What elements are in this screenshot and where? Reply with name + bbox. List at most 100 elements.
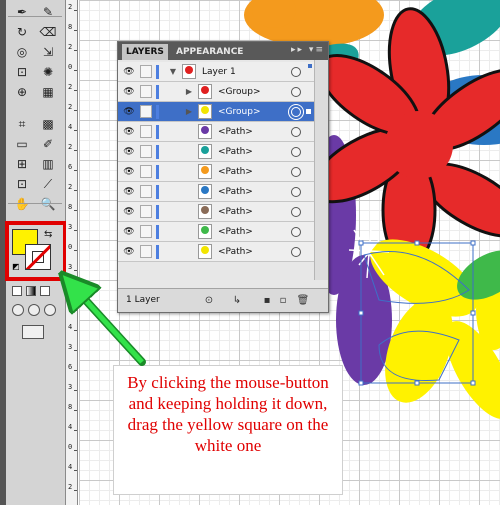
mesh-icon[interactable]: ▩	[38, 114, 58, 134]
draw-inside-icon[interactable]	[44, 304, 56, 316]
gradient-icon[interactable]: ▭	[12, 134, 32, 154]
layer-name[interactable]: <Path>	[218, 185, 253, 199]
lock-toggle[interactable]	[140, 85, 152, 98]
expand-arrow-icon[interactable]: ▶	[184, 106, 194, 118]
visibility-eye-icon[interactable]: 👁	[122, 106, 136, 118]
target-circle-icon[interactable]	[291, 247, 301, 257]
lock-toggle[interactable]	[140, 165, 152, 178]
layer-row[interactable]: 👁 ▼ Layer 1	[118, 62, 314, 82]
blend-icon[interactable]: ⊞	[12, 154, 32, 174]
layer-row[interactable]: 👁 <Path>	[118, 142, 314, 162]
layer-name[interactable]: <Path>	[218, 125, 253, 139]
visibility-eye-icon[interactable]: 👁	[122, 126, 136, 138]
layer-name[interactable]: <Group>	[218, 85, 260, 99]
visibility-eye-icon[interactable]: 👁	[122, 246, 136, 258]
layer-row[interactable]: 👁 <Path>	[118, 122, 314, 142]
hand-icon[interactable]: ✋	[12, 194, 32, 214]
screen-mode-icon[interactable]	[22, 325, 44, 339]
scale-icon[interactable]: ⇲	[38, 42, 58, 62]
color-mode-buttons[interactable]	[12, 286, 58, 296]
pen-icon[interactable]: ✒	[12, 2, 32, 22]
visibility-eye-icon[interactable]: 👁	[122, 186, 136, 198]
layer-name[interactable]: <Path>	[218, 245, 253, 259]
lock-toggle[interactable]	[140, 65, 152, 78]
layer-row[interactable]: 👁 <Path>	[118, 182, 314, 202]
artboard-icon[interactable]: ⊡	[12, 174, 32, 194]
layer-color-bar	[156, 205, 159, 219]
live-paint-icon[interactable]: ▦	[38, 82, 58, 102]
tab-appearance[interactable]: APPEARANCE	[172, 44, 247, 60]
lock-toggle[interactable]	[140, 185, 152, 198]
layer-row[interactable]: 👁 <Path>	[118, 242, 314, 262]
layer-name[interactable]: <Path>	[218, 225, 253, 239]
instruction-text: By clicking the mouse-button and keeping…	[127, 373, 329, 455]
layer-name[interactable]: <Path>	[218, 165, 253, 179]
layer-row[interactable]: 👁 <Path>	[118, 202, 314, 222]
lock-toggle[interactable]	[140, 105, 152, 118]
column-graph-icon[interactable]: ▥	[38, 154, 58, 174]
visibility-eye-icon[interactable]: 👁	[122, 146, 136, 158]
none-mode-icon[interactable]	[40, 286, 50, 296]
shape-builder-icon[interactable]: ⊕	[12, 82, 32, 102]
layer-name[interactable]: Layer 1	[202, 65, 236, 79]
eyedropper-icon[interactable]: ✐	[38, 134, 58, 154]
target-circle-icon[interactable]	[291, 187, 301, 197]
target-circle-icon[interactable]	[291, 67, 301, 77]
target-circle-icon[interactable]	[291, 207, 301, 217]
layer-name[interactable]: <Path>	[218, 205, 253, 219]
delete-layer-icon[interactable]: 🗑	[296, 294, 310, 308]
swap-fill-stroke-icon[interactable]: ⇆	[44, 229, 52, 240]
perspective-grid-icon[interactable]: ⌗	[12, 114, 32, 134]
default-colors-icon[interactable]: ◩	[12, 262, 22, 272]
new-sublayer-icon[interactable]: ▪	[260, 294, 274, 308]
draw-normal-icon[interactable]	[12, 304, 24, 316]
panel-menu-icon[interactable]: ▸▸ ▾≡	[291, 45, 325, 55]
layer-name[interactable]: <Path>	[218, 145, 253, 159]
lock-toggle[interactable]	[140, 245, 152, 258]
new-layer-icon[interactable]: ▫	[276, 294, 290, 308]
layer-name[interactable]: <Group>	[218, 105, 260, 119]
visibility-eye-icon[interactable]: 👁	[122, 226, 136, 238]
visibility-eye-icon[interactable]: 👁	[122, 206, 136, 218]
lock-toggle[interactable]	[140, 145, 152, 158]
target-circle-icon[interactable]	[291, 167, 301, 177]
pencil-icon[interactable]: ✎	[38, 2, 58, 22]
target-circle-icon[interactable]	[291, 147, 301, 157]
tab-layers[interactable]: LAYERS	[122, 44, 168, 60]
visibility-eye-icon[interactable]: 👁	[122, 166, 136, 178]
layers-scrollbar[interactable]	[314, 60, 328, 280]
layer-row[interactable]: 👁 ▶ <Group>	[118, 102, 314, 122]
locate-object-icon[interactable]: ⊙	[202, 294, 216, 308]
draw-behind-icon[interactable]	[28, 304, 40, 316]
symbol-sprayer-icon[interactable]: ✺	[38, 62, 58, 82]
lock-toggle[interactable]	[140, 205, 152, 218]
slice-icon[interactable]: ⟋	[38, 174, 58, 194]
eraser-icon[interactable]: ⌫	[38, 22, 58, 42]
visibility-eye-icon[interactable]: 👁	[122, 86, 136, 98]
target-circle-icon[interactable]	[291, 87, 301, 97]
gradient-mode-icon[interactable]	[26, 286, 36, 296]
make-clipping-mask-icon[interactable]: ↳	[230, 294, 244, 308]
color-mode-icon[interactable]	[12, 286, 22, 296]
expand-arrow-icon[interactable]: ▼	[168, 66, 178, 78]
ruler-tick	[74, 210, 77, 211]
layer-row[interactable]: 👁 <Path>	[118, 162, 314, 182]
target-circle-icon[interactable]	[291, 107, 301, 117]
lock-toggle[interactable]	[140, 225, 152, 238]
zoom-icon[interactable]: 🔍	[38, 194, 58, 214]
layer-row[interactable]: 👁 ▶ <Group>	[118, 82, 314, 102]
vertical-ruler: 2 8 2 0 2 2 4 2 6 2 8 3 0 3 2 3 4 3 6 3 8 4 0 4 2	[66, 0, 78, 505]
lock-toggle[interactable]	[140, 125, 152, 138]
target-circle-icon[interactable]	[291, 127, 301, 137]
stroke-color-swatch[interactable]	[25, 244, 51, 270]
target-circle-icon[interactable]	[291, 227, 301, 237]
visibility-eye-icon[interactable]: 👁	[122, 66, 136, 78]
warp-icon[interactable]: ◎	[12, 42, 32, 62]
expand-arrow-icon[interactable]: ▶	[184, 86, 194, 98]
free-transform-icon[interactable]: ⊡	[12, 62, 32, 82]
drawing-modes[interactable]	[12, 304, 58, 316]
layer-row[interactable]: 👁 <Path>	[118, 222, 314, 242]
ruler-number: 3	[68, 343, 73, 351]
selection-indicator[interactable]	[305, 108, 312, 115]
rotate-icon[interactable]: ↻	[12, 22, 32, 42]
